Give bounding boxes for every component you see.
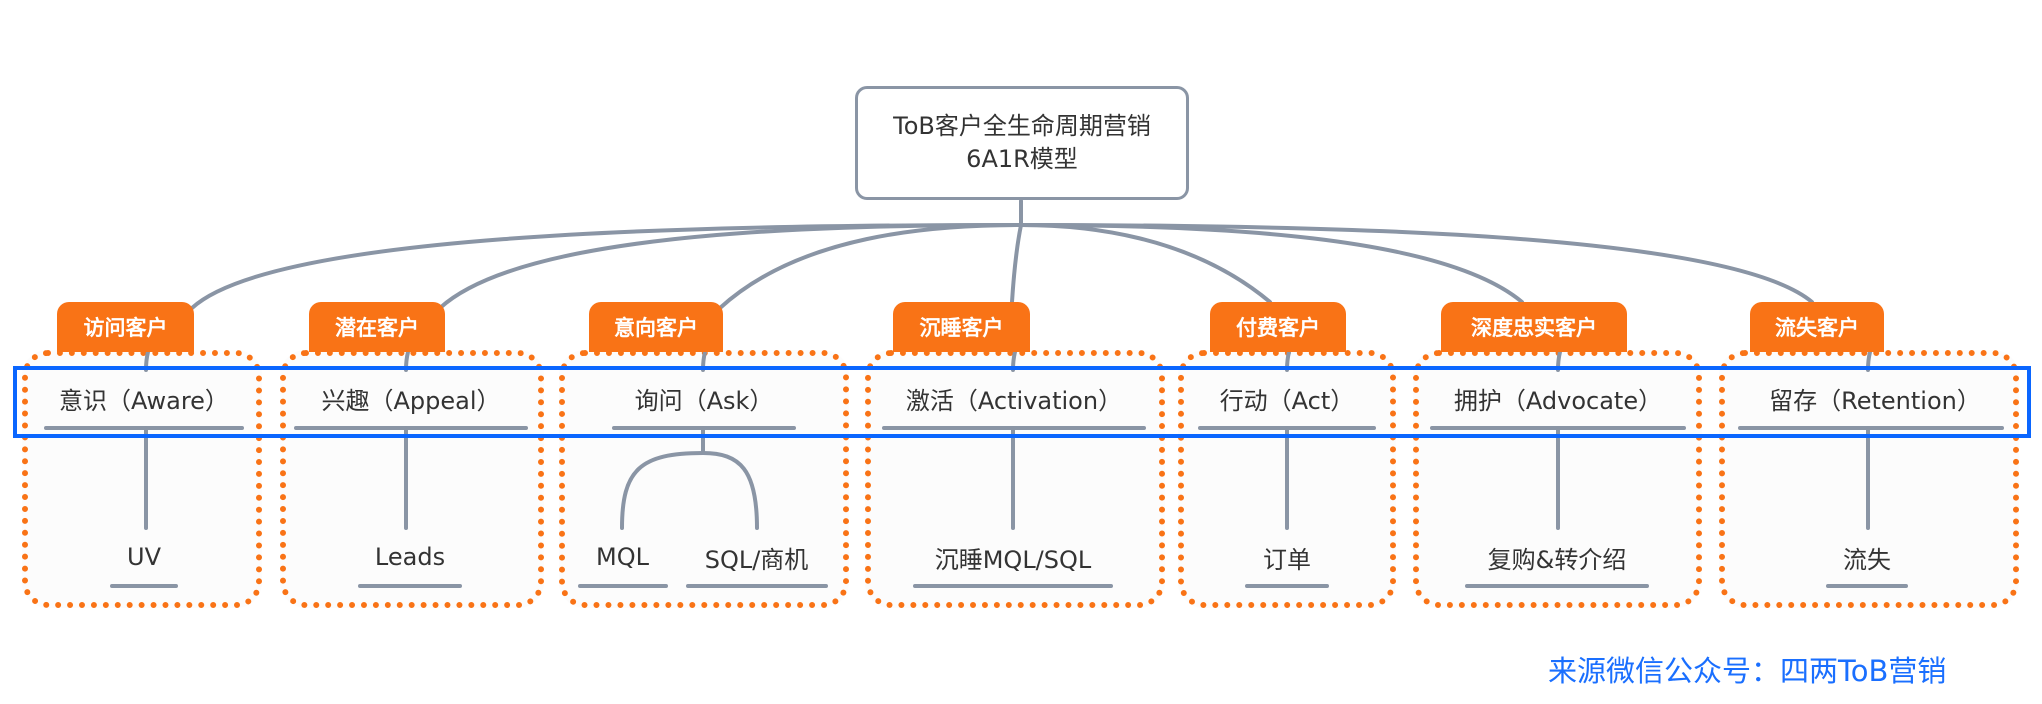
root-title-line1: ToB客户全生命周期营销 bbox=[893, 112, 1151, 140]
leaf-node-uv[interactable]: UV bbox=[96, 538, 192, 576]
stage-tag-prospect[interactable]: 潜在客户 bbox=[309, 302, 445, 352]
stage-tag-churned[interactable]: 流失客户 bbox=[1750, 302, 1884, 352]
leaf-node-sql[interactable]: SQL/商机 bbox=[686, 538, 827, 576]
stage-tag-paying[interactable]: 付费客户 bbox=[1210, 302, 1346, 352]
stage-tag-loyal[interactable]: 深度忠实客户 bbox=[1441, 302, 1627, 352]
leaf-node-dormant-mql-sql[interactable]: 沉睡MQL/SQL bbox=[913, 538, 1113, 576]
leaf-node-order[interactable]: 订单 bbox=[1245, 538, 1329, 576]
leaf-node-leads[interactable]: Leads bbox=[358, 538, 462, 576]
leaf-node-repurchase-referral[interactable]: 复购&转介绍 bbox=[1465, 538, 1649, 576]
root-node[interactable]: ToB客户全生命周期营销 6A1R模型 bbox=[855, 86, 1189, 200]
stage-tag-intent[interactable]: 意向客户 bbox=[589, 302, 723, 352]
source-caption: 来源微信公众号：四两ToB营销 bbox=[1548, 654, 1947, 688]
leaf-node-mql[interactable]: MQL bbox=[578, 538, 667, 576]
highlight-frame bbox=[13, 366, 2031, 438]
stage-tag-visitor[interactable]: 访问客户 bbox=[57, 302, 194, 352]
stage-tag-dormant[interactable]: 沉睡客户 bbox=[893, 302, 1030, 352]
root-title-line2: 6A1R模型 bbox=[966, 145, 1078, 173]
branch-line-sql bbox=[701, 451, 759, 530]
leaf-node-churn[interactable]: 流失 bbox=[1826, 538, 1908, 576]
branch-line-mql bbox=[620, 451, 705, 530]
